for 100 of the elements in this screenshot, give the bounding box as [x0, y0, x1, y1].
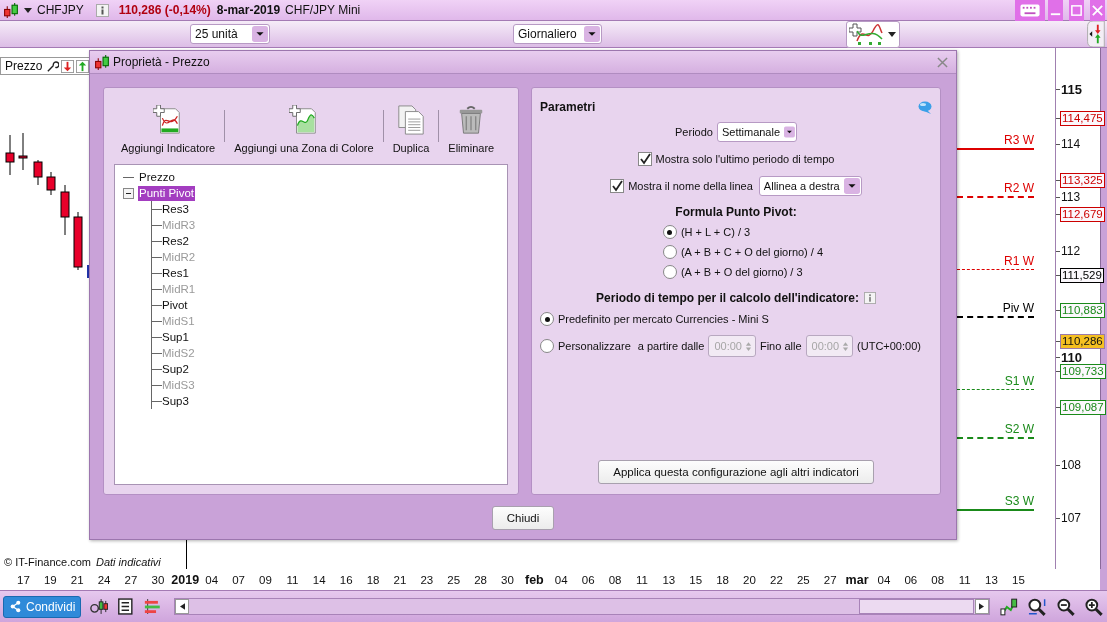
- price-label: 113,325: [1060, 172, 1105, 188]
- price-label: 110,286: [1060, 333, 1105, 349]
- candle: [5, 134, 15, 176]
- time-label: 30: [500, 573, 515, 586]
- caret-icon: [784, 124, 795, 140]
- time-label: 15: [688, 573, 704, 586]
- time-label: 24: [96, 573, 112, 586]
- tree-item[interactable]: Sup1: [162, 329, 189, 345]
- tree-item[interactable]: Punti Pivot: [138, 185, 195, 201]
- time-label: mar: [844, 572, 870, 587]
- chart-tool-icon[interactable]: [998, 596, 1019, 617]
- zoom-in-icon[interactable]: [1084, 596, 1104, 617]
- data-note: Dati indicativi: [95, 556, 161, 568]
- time-label: 08: [607, 573, 623, 586]
- time-label: 13: [661, 573, 677, 586]
- apply-button[interactable]: Applica questa configurazione agli altri indicatori: [598, 460, 874, 484]
- time-label: 27: [822, 573, 838, 586]
- close-button[interactable]: Chiudi: [492, 506, 554, 530]
- caret-icon: [888, 31, 896, 37]
- add-indicator-button[interactable]: Aggiungi Indicatore: [117, 105, 220, 154]
- time-label: 20: [742, 573, 757, 586]
- tree-item[interactable]: Sup3: [162, 393, 189, 409]
- tree-item[interactable]: Res3: [162, 201, 189, 217]
- keyboard-button[interactable]: [1015, 0, 1045, 21]
- time-label: 21: [392, 573, 408, 586]
- minimize-icon[interactable]: [1048, 0, 1063, 21]
- horizontal-scrollbar[interactable]: [174, 598, 990, 615]
- tree-item[interactable]: Pivot: [162, 297, 188, 313]
- caret-left-icon: [179, 603, 185, 610]
- scroll-left-button[interactable]: [175, 599, 190, 614]
- scroll-right-button[interactable]: [974, 599, 989, 614]
- radio-label: Personalizzare: [558, 340, 631, 352]
- collapse-icon[interactable]: [123, 187, 134, 199]
- time-label: 23: [419, 573, 435, 586]
- radio-label: (A + B + C + O del giorno) / 4: [680, 246, 824, 258]
- symbol-label: CHFJPY: [37, 3, 84, 17]
- caret-icon: [584, 26, 600, 42]
- section-heading: Formula Punto Pivot:: [675, 205, 797, 219]
- time-label: 27: [123, 573, 139, 586]
- time-label: 2019: [171, 572, 199, 587]
- add-zone-button[interactable]: Aggiungi una Zona di Colore: [230, 105, 378, 154]
- price-label: 114,475: [1060, 110, 1105, 126]
- caret-icon: [843, 178, 860, 194]
- alignment-dropdown[interactable]: Allinea a destra: [758, 176, 862, 196]
- timeframe-dropdown[interactable]: Giornaliero: [513, 24, 602, 44]
- tree-item[interactable]: Prezzo: [138, 169, 176, 185]
- caret-icon[interactable]: [24, 7, 32, 13]
- tree-item[interactable]: Res2: [162, 233, 189, 249]
- tree-item[interactable]: Sup2: [162, 361, 189, 377]
- pivot-label: R2 W: [1004, 181, 1034, 195]
- time-label: 11: [634, 573, 649, 586]
- checkbox[interactable]: [610, 179, 625, 193]
- indicator-button[interactable]: [846, 20, 900, 48]
- price-label: 108: [1061, 458, 1082, 472]
- time-label: 13: [984, 573, 999, 586]
- checkbox[interactable]: [637, 152, 652, 166]
- time-label: 16: [338, 573, 354, 586]
- arrows-icon[interactable]: [1085, 21, 1105, 47]
- duplicate-button[interactable]: Duplica: [388, 105, 434, 154]
- radio-button[interactable]: [662, 225, 677, 239]
- bars-dropdown[interactable]: 25 unità: [190, 24, 270, 44]
- list-icon[interactable]: [116, 597, 135, 616]
- wrench-icon[interactable]: [46, 59, 60, 73]
- radio-label: (A + B + O del giorno) / 3: [680, 266, 803, 278]
- keyboard-icon: [1020, 3, 1040, 17]
- time-label: 09: [258, 573, 273, 586]
- arrow-down-icon[interactable]: [61, 59, 75, 73]
- radio-button[interactable]: [662, 265, 677, 279]
- close-icon[interactable]: [1090, 0, 1105, 21]
- time-label: 18: [715, 573, 730, 586]
- zoom-out-icon[interactable]: [1055, 596, 1076, 617]
- info-icon[interactable]: [95, 3, 109, 17]
- candle-settings-icon[interactable]: [89, 597, 108, 616]
- radio-label: (H + L + C) / 3: [680, 226, 751, 238]
- price-label: 115: [1061, 81, 1082, 97]
- radio-button[interactable]: [662, 245, 677, 259]
- bars-icon[interactable]: [142, 597, 162, 616]
- from-label: a partire dalle: [637, 340, 705, 352]
- share-button[interactable]: Condividi: [3, 595, 82, 618]
- arrow-up-icon[interactable]: [76, 59, 90, 73]
- period-dropdown[interactable]: Settimanale: [716, 122, 797, 142]
- price-label: 110: [1061, 349, 1082, 365]
- tree-item[interactable]: Res1: [162, 265, 189, 281]
- copy-icon: [395, 105, 426, 135]
- scroll-thumb[interactable]: [858, 599, 974, 614]
- panel-title: Prezzo: [5, 59, 43, 73]
- price-label: 111,529: [1060, 267, 1104, 283]
- section-title: Parametri: [540, 100, 596, 114]
- info-icon[interactable]: [863, 292, 876, 304]
- spinner-arrows-icon: [744, 340, 752, 352]
- radio-button[interactable]: [540, 312, 554, 326]
- time-label: feb: [524, 572, 545, 587]
- zoom-fit-icon[interactable]: [1027, 596, 1047, 617]
- delete-button[interactable]: Eliminare: [444, 105, 499, 154]
- pivot-label: S1 W: [1004, 374, 1034, 388]
- time-label: 14: [311, 573, 327, 586]
- checkbox-label: Mostra il nome della linea: [628, 180, 753, 192]
- time-label: 11: [957, 573, 972, 586]
- time-label: 08: [930, 573, 946, 586]
- candle: [46, 171, 56, 196]
